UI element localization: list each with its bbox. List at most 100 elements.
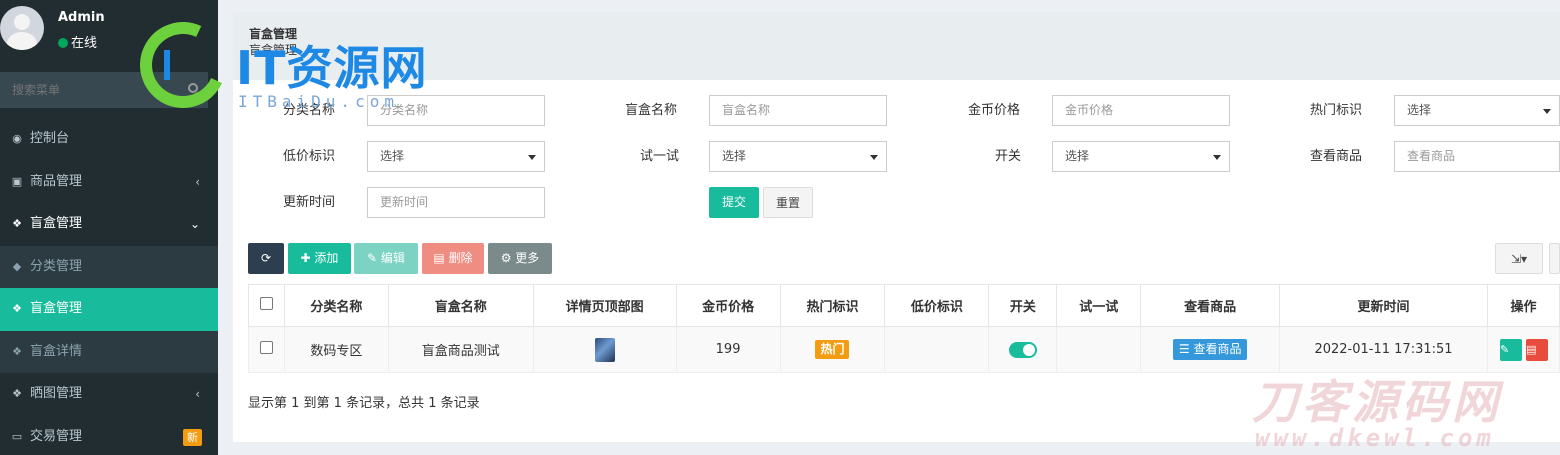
filter-price-input[interactable]: 金币价格 bbox=[1052, 95, 1230, 126]
select-all-checkbox[interactable] bbox=[259, 297, 273, 310]
submit-button[interactable]: 提交 bbox=[709, 187, 759, 218]
product-thumbnail[interactable] bbox=[594, 337, 615, 362]
reset-button[interactable]: 重置 bbox=[763, 187, 813, 218]
toggle-switch[interactable] bbox=[1008, 341, 1037, 358]
delete-button[interactable]: ▤ 删除 bbox=[422, 243, 484, 274]
trash-icon: ▤ bbox=[433, 251, 449, 265]
data-table: 分类名称 盲盒名称 详情页顶部图 金币价格 热门标识 低价标识 开关 试一试 查… bbox=[248, 284, 1560, 373]
user-status: 在线 bbox=[58, 32, 97, 51]
cart-icon: ▭ bbox=[11, 429, 23, 443]
chevron-down-icon: ⌄ bbox=[189, 217, 200, 231]
col-try[interactable]: 试一试 bbox=[1056, 284, 1142, 327]
view-products-button[interactable]: ☰ 查看商品 bbox=[1172, 339, 1248, 360]
sidebar-item-blindbox[interactable]: ❖ 盲盒管理 ⌄ bbox=[0, 203, 218, 246]
select-all-cell bbox=[248, 284, 285, 327]
filter-lowprice-select[interactable]: 选择 bbox=[367, 141, 545, 172]
hot-badge: 热门 bbox=[815, 340, 850, 359]
col-low[interactable]: 低价标识 bbox=[884, 284, 990, 327]
more-button[interactable]: ⚙ 更多 bbox=[488, 243, 552, 274]
columns-button[interactable] bbox=[1549, 243, 1560, 274]
filter-try-label: 试一试 bbox=[640, 149, 680, 164]
col-top-image[interactable]: 详情页顶部图 bbox=[532, 284, 677, 327]
col-switch[interactable]: 开关 bbox=[988, 284, 1058, 327]
cell-category: 数码专区 bbox=[283, 326, 389, 373]
filter-switch-label: 开关 bbox=[995, 149, 1022, 164]
dropbox-icon: ❖ bbox=[12, 387, 22, 400]
watermark-logo-bar bbox=[164, 50, 188, 80]
list-icon: ☰ bbox=[1178, 342, 1194, 356]
filter-boxname-label: 盲盒名称 bbox=[625, 103, 678, 118]
delete-label: 删除 bbox=[448, 251, 473, 265]
col-actions: 操作 bbox=[1486, 284, 1560, 327]
cell-low bbox=[884, 326, 990, 373]
pagination-summary: 显示第 1 到第 1 条记录，总共 1 条记录 bbox=[248, 396, 480, 411]
edit-button[interactable]: ✎ 编辑 bbox=[354, 243, 418, 274]
trash-icon: ▤ bbox=[1526, 342, 1537, 356]
col-price[interactable]: 金币价格 bbox=[675, 284, 781, 327]
chevron-left-icon: ‹ bbox=[195, 387, 200, 401]
dropbox-icon: ❖ bbox=[12, 217, 22, 230]
col-category[interactable]: 分类名称 bbox=[283, 284, 389, 327]
online-dot-icon bbox=[58, 38, 68, 48]
refresh-button[interactable]: ⟳ bbox=[248, 243, 284, 274]
sidebar-item-blindbox-manage[interactable]: ❖ 盲盒管理 bbox=[0, 288, 218, 331]
filter-updated-input[interactable]: 更新时间 bbox=[367, 187, 545, 218]
col-updated[interactable]: 更新时间 bbox=[1279, 284, 1488, 327]
col-hot[interactable]: 热门标识 bbox=[779, 284, 886, 327]
filter-price-label: 金币价格 bbox=[968, 103, 1021, 118]
filter-row: 分类名称 分类名称 盲盒名称 盲盒名称 金币价格 金币价格 热门标识 选择 bbox=[233, 95, 1560, 127]
sidebar-item-blindbox-detail[interactable]: ❖ 盲盒详情 bbox=[0, 331, 218, 374]
sidebar-item-photos[interactable]: ❖ 晒图管理 ‹ bbox=[0, 373, 218, 416]
tags-icon: ◆ bbox=[12, 259, 22, 273]
cell-try bbox=[1056, 326, 1142, 373]
row-select-cell bbox=[248, 326, 285, 373]
add-button[interactable]: ✚ 添加 bbox=[288, 243, 351, 274]
user-status-text: 在线 bbox=[71, 36, 98, 51]
corner-watermark: 刀客源码网 bbox=[1252, 375, 1502, 429]
filter-boxname-input[interactable]: 盲盒名称 bbox=[709, 95, 887, 126]
dropbox-icon: ❖ bbox=[12, 344, 22, 358]
row-delete-button[interactable]: ▤ bbox=[1526, 338, 1549, 361]
chevron-left-icon: ‹ bbox=[195, 174, 200, 189]
watermark-subtext: ITBaiDu.com bbox=[238, 92, 399, 111]
filter-updated-label: 更新时间 bbox=[283, 195, 336, 210]
cell-top-image bbox=[532, 326, 677, 373]
filter-hot-select[interactable]: 选择 bbox=[1394, 95, 1560, 126]
user-name: Admin bbox=[58, 10, 105, 25]
row-edit-button[interactable]: ✎ bbox=[1499, 338, 1522, 361]
sidebar-submenu: ◆ 分类管理 ❖ 盲盒管理 ❖ 盲盒详情 bbox=[0, 245, 218, 374]
new-badge: 新 bbox=[183, 428, 202, 446]
col-boxname[interactable]: 盲盒名称 bbox=[387, 284, 534, 327]
sidebar-item-label: 商品管理 bbox=[30, 173, 83, 189]
sidebar-item-label: 盲盒详情 bbox=[30, 343, 83, 359]
table-header-row: 分类名称 盲盒名称 详情页顶部图 金币价格 热门标识 低价标识 开关 试一试 查… bbox=[248, 284, 1560, 327]
filter-switch-select[interactable]: 选择 bbox=[1052, 141, 1230, 172]
pencil-icon: ✎ bbox=[367, 251, 381, 265]
sidebar-item-label: 控制台 bbox=[30, 131, 70, 146]
dashboard-icon: ◉ bbox=[12, 132, 22, 145]
filter-hot-label: 热门标识 bbox=[1310, 103, 1363, 118]
filter-view-input[interactable]: 查看商品 bbox=[1394, 141, 1560, 172]
sidebar-item-trade[interactable]: ▭ 交易管理 新 bbox=[0, 416, 218, 455]
export-button[interactable]: ⇲▾ bbox=[1495, 243, 1543, 274]
row-checkbox[interactable] bbox=[259, 341, 273, 354]
add-label: 添加 bbox=[314, 251, 339, 265]
filter-row: 低价标识 选择 试一试 选择 开关 选择 查看商品 查看商品 bbox=[233, 141, 1560, 173]
sidebar-item-label: 晒图管理 bbox=[30, 386, 83, 401]
filter-try-select[interactable]: 选择 bbox=[709, 141, 887, 172]
view-products-label: 查看商品 bbox=[1193, 342, 1242, 356]
export-icon: ⇲▾ bbox=[1510, 252, 1528, 266]
cell-hot: 热门 bbox=[779, 326, 886, 373]
avatar[interactable] bbox=[0, 6, 44, 50]
filter-view-label: 查看商品 bbox=[1310, 149, 1363, 164]
sidebar-item-products[interactable]: ▣ 商品管理 ‹ bbox=[0, 161, 218, 204]
col-view[interactable]: 查看商品 bbox=[1140, 284, 1281, 327]
cell-switch bbox=[988, 326, 1058, 373]
sidebar-item-label: 分类管理 bbox=[30, 258, 83, 274]
plus-icon: ✚ bbox=[300, 251, 315, 265]
sidebar-item-dashboard[interactable]: ◉ 控制台 bbox=[0, 118, 218, 161]
corner-watermark-sub: www.dkewl.com bbox=[1255, 424, 1495, 452]
page-subtitle: 盲盒管理 bbox=[249, 43, 298, 57]
more-label: 更多 bbox=[515, 251, 540, 265]
sidebar-item-category[interactable]: ◆ 分类管理 bbox=[0, 246, 218, 289]
